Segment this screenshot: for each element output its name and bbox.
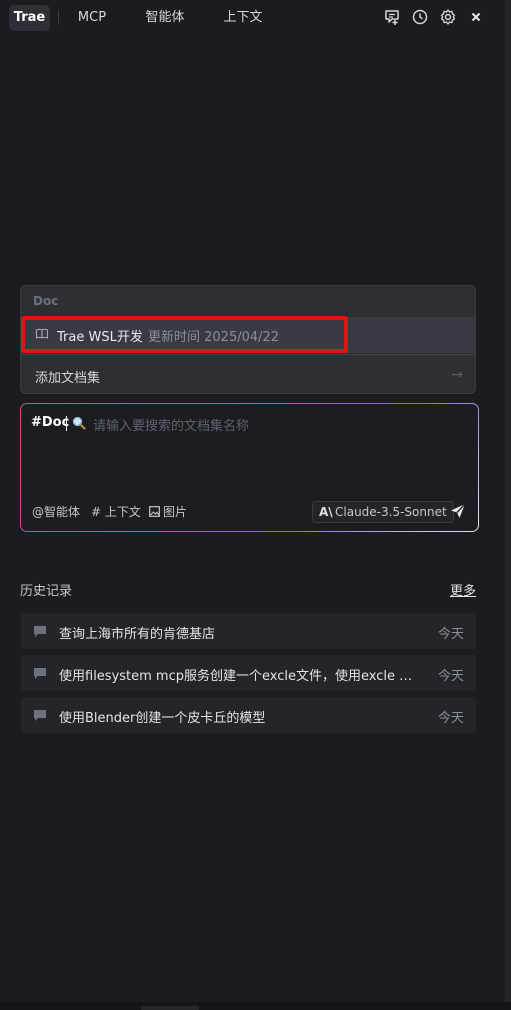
- history-item-time: 今天: [437, 627, 464, 642]
- history-title: 历史记录: [20, 584, 73, 599]
- bottom-bar: [0, 1002, 511, 1010]
- doc-tag: #Doc: [31, 415, 70, 430]
- chat-icon: [34, 710, 46, 721]
- history-item[interactable]: 使用Blender创建一个皮卡丘的模型 今天: [21, 697, 476, 733]
- hash-symbol: #: [91, 505, 102, 519]
- history-item-text: 使用Blender创建一个皮卡丘的模型: [59, 711, 266, 726]
- history-icon[interactable]: [411, 8, 429, 26]
- top-bar: Trae MCP 智能体 上下文: [0, 0, 511, 34]
- anthropic-logo-icon: A\: [319, 505, 333, 519]
- window-right-edge: [505, 0, 511, 1010]
- arrow-right-icon: →: [451, 367, 463, 383]
- tab-mcp[interactable]: MCP: [70, 5, 114, 31]
- new-chat-icon[interactable]: [383, 8, 401, 26]
- history-item[interactable]: 查询上海市所有的肯德基店 今天: [21, 613, 476, 649]
- agent-label: 智能体: [44, 505, 81, 519]
- chat-input-area[interactable]: #Doc 请输入要搜索的文档集名称 @智能体 # 上下文 图片 A\ Claud…: [21, 404, 478, 531]
- send-icon[interactable]: [449, 502, 467, 520]
- doc-panel-header: Doc: [33, 294, 59, 308]
- chat-icon: [34, 668, 46, 679]
- context-button[interactable]: # 上下文: [91, 503, 141, 520]
- history-item-time: 今天: [437, 711, 464, 726]
- image-icon: [149, 506, 160, 517]
- tab-context[interactable]: 上下文: [216, 5, 270, 31]
- image-button[interactable]: 图片: [149, 503, 187, 520]
- settings-icon[interactable]: [439, 8, 457, 26]
- history-item[interactable]: 使用filesystem mcp服务创建一个excle文件，使用excle mc…: [21, 655, 476, 691]
- bottom-scroll-thumb[interactable]: [141, 1006, 199, 1010]
- history-more-link[interactable]: 更多: [450, 580, 476, 599]
- context-label: 上下文: [104, 505, 141, 519]
- history-item-time: 今天: [437, 669, 464, 684]
- add-doc-set-button[interactable]: 添加文档集: [35, 367, 100, 386]
- tab-agent[interactable]: 智能体: [138, 5, 192, 31]
- divider: [21, 354, 475, 355]
- close-icon[interactable]: [467, 8, 485, 26]
- history-item-text: 查询上海市所有的肯德基店: [59, 627, 216, 642]
- model-name: Claude-3.5-Sonnet: [335, 505, 447, 519]
- tab-trae[interactable]: Trae: [9, 5, 50, 31]
- doc-search-input[interactable]: 请输入要搜索的文档集名称: [93, 415, 249, 434]
- search-icon: [72, 416, 86, 430]
- image-label: 图片: [163, 505, 188, 519]
- history-item-text: 使用filesystem mcp服务创建一个excle文件，使用excle mc…: [59, 669, 419, 684]
- highlight-box: [21, 316, 348, 353]
- chat-icon: [34, 626, 46, 637]
- text-caret: [66, 416, 67, 431]
- agent-mention-button[interactable]: @智能体: [32, 503, 80, 520]
- at-symbol: @: [32, 505, 44, 519]
- chat-input-box[interactable]: #Doc 请输入要搜索的文档集名称 @智能体 # 上下文 图片 A\ Claud…: [20, 403, 479, 532]
- tab-separator: [58, 10, 59, 25]
- model-selector[interactable]: A\ Claude-3.5-Sonnet: [312, 501, 454, 523]
